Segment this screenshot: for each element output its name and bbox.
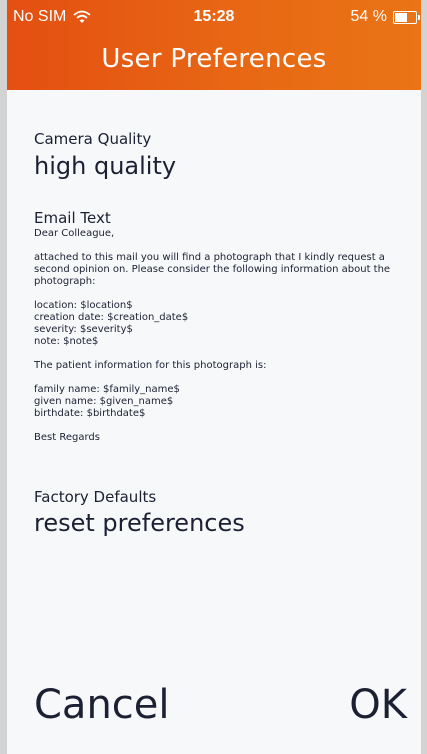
camera-quality-label: Camera Quality xyxy=(34,130,152,148)
page-title: User Preferences xyxy=(101,44,327,74)
email-paragraph: The patient information for this photogr… xyxy=(34,360,267,371)
factory-defaults-label: Factory Defaults xyxy=(34,488,157,506)
email-paragraph: attached to this mail you will find a ph… xyxy=(34,252,391,287)
camera-quality-value[interactable]: high quality xyxy=(34,152,176,180)
email-paragraph: Dear Colleague, xyxy=(34,228,115,239)
factory-defaults-setting[interactable]: Factory Defaults reset preferences xyxy=(34,488,245,537)
email-paragraph: location: $location$ creation date: $cre… xyxy=(34,300,189,347)
app-screen: No SIM 15:28 54 % User Preferences Camer… xyxy=(7,0,421,754)
email-paragraph: family name: $family_name$ given name: $… xyxy=(34,384,180,419)
email-text-body[interactable]: Dear Colleague, attached to this mail yo… xyxy=(34,228,409,444)
battery-icon xyxy=(393,10,420,24)
battery-percent: 54 % xyxy=(350,8,387,25)
status-bar: No SIM 15:28 54 % xyxy=(7,6,421,28)
battery-group: 54 % xyxy=(350,8,420,26)
header-bar: No SIM 15:28 54 % User Preferences xyxy=(7,0,421,90)
reset-preferences-button[interactable]: reset preferences xyxy=(34,509,245,537)
device-frame: No SIM 15:28 54 % User Preferences Camer… xyxy=(0,0,427,754)
battery-fill xyxy=(395,12,407,22)
email-text-label: Email Text xyxy=(34,209,111,227)
email-paragraph: Best Regards xyxy=(34,432,100,443)
cancel-button[interactable]: Cancel xyxy=(34,682,170,728)
camera-quality-setting[interactable]: Camera Quality high quality xyxy=(34,130,176,180)
footer-actions: Cancel OK xyxy=(7,682,421,742)
ok-button[interactable]: OK xyxy=(349,682,407,728)
email-text-setting[interactable]: Email Text Dear Colleague, attached to t… xyxy=(34,209,409,456)
